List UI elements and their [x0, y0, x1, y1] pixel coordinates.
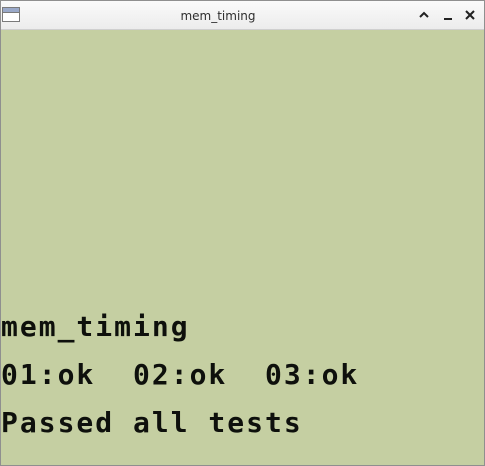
chevron-up-icon — [419, 11, 429, 18]
minimize-button[interactable] — [440, 7, 456, 23]
screen-line-results: 01:ok 02:ok 03:ok — [1, 358, 360, 391]
app-window: mem_timing mem_timing 01:ok 02:ok 03:ok … — [0, 0, 485, 466]
close-icon — [465, 10, 475, 20]
screen-line-summary: Passed all tests — [1, 406, 303, 439]
close-button[interactable] — [462, 7, 478, 23]
maximize-button[interactable] — [416, 7, 432, 23]
title-bar[interactable]: mem_timing — [1, 1, 484, 30]
screen-line-title: mem_timing — [1, 310, 190, 343]
minimize-icon — [444, 18, 452, 20]
window-title: mem_timing — [180, 9, 256, 23]
emulator-screen: mem_timing 01:ok 02:ok 03:ok Passed all … — [1, 30, 484, 465]
